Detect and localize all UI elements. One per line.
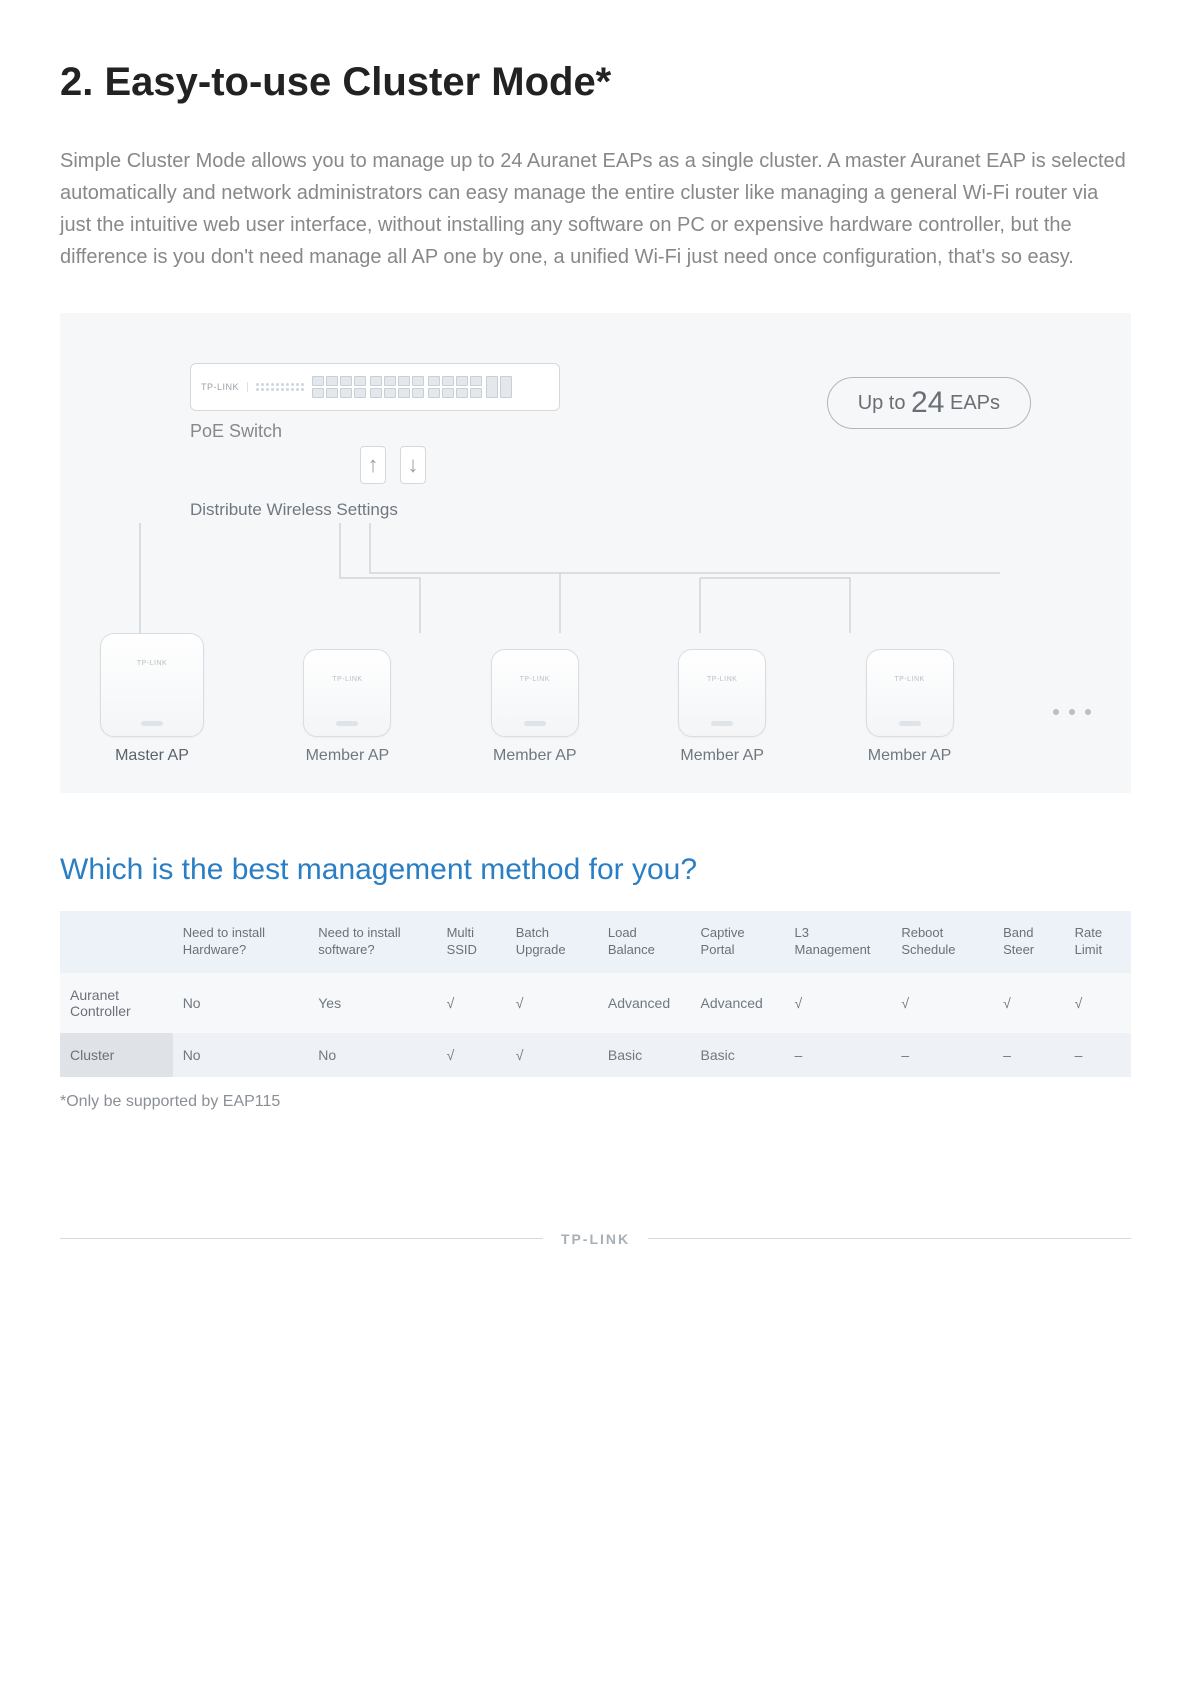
distribute-label: Distribute Wireless Settings	[190, 500, 1091, 520]
member-ap: TP-LINK Member AP	[866, 649, 954, 765]
switch-brand-label: TP-LINK	[201, 382, 248, 392]
footer: TP-LINK	[60, 1231, 1131, 1247]
col-header: Need to install Hardware?	[173, 911, 309, 973]
col-header: Reboot Schedule	[891, 911, 993, 973]
table-row: Auranet Controller No Yes √ √ Advanced A…	[60, 973, 1131, 1033]
cell: Basic	[691, 1033, 785, 1077]
cell: –	[1065, 1033, 1131, 1077]
badge-suffix: EAPs	[944, 392, 1000, 414]
cluster-diagram: TP-LINK PoE Switch Up to 24 EAPs ↑ ↓ Dis…	[60, 313, 1131, 793]
subheading: Which is the best management method for …	[60, 853, 1131, 887]
poe-switch-device: TP-LINK	[190, 363, 560, 411]
ap-label: Member AP	[868, 747, 952, 765]
poe-switch-label: PoE Switch	[190, 421, 560, 442]
footer-brand: TP-LINK	[561, 1231, 630, 1247]
intro-paragraph: Simple Cluster Mode allows you to manage…	[60, 145, 1131, 273]
table-row: Cluster No No √ √ Basic Basic – – – –	[60, 1033, 1131, 1077]
col-header: Need to install software?	[308, 911, 436, 973]
cell: √	[993, 973, 1065, 1033]
ap-device-icon: TP-LINK	[100, 633, 204, 737]
arrow-up-icon: ↑	[360, 446, 386, 484]
badge-number: 24	[911, 386, 944, 419]
ap-label: Member AP	[493, 747, 577, 765]
comparison-table: Need to install Hardware? Need to instal…	[60, 911, 1131, 1077]
col-header: Load Balance	[598, 911, 691, 973]
cell: √	[1065, 973, 1131, 1033]
cell: √	[506, 1033, 598, 1077]
cell: Basic	[598, 1033, 691, 1077]
cell: No	[308, 1033, 436, 1077]
cell: √	[891, 973, 993, 1033]
member-ap: TP-LINK Member AP	[303, 649, 391, 765]
switch-led-block	[256, 383, 304, 391]
member-ap: TP-LINK Member AP	[491, 649, 579, 765]
ap-label: Member AP	[306, 747, 390, 765]
arrow-down-icon: ↓	[400, 446, 426, 484]
cell: –	[993, 1033, 1065, 1077]
master-ap: TP-LINK Master AP	[100, 633, 204, 765]
row-label: Auranet Controller	[60, 973, 173, 1033]
col-header: Multi SSID	[437, 911, 506, 973]
col-header: Band Steer	[993, 911, 1065, 973]
divider-line	[648, 1238, 1131, 1239]
col-header: Captive Portal	[691, 911, 785, 973]
col-header: Batch Upgrade	[506, 911, 598, 973]
col-header: Rate Limit	[1065, 911, 1131, 973]
ap-label: Master AP	[115, 747, 189, 765]
cell: No	[173, 1033, 309, 1077]
member-ap: TP-LINK Member AP	[678, 649, 766, 765]
ap-device-icon: TP-LINK	[678, 649, 766, 737]
cell: –	[785, 1033, 892, 1077]
badge-prefix: Up to	[858, 392, 911, 414]
cell: Advanced	[691, 973, 785, 1033]
cell: Advanced	[598, 973, 691, 1033]
cell: √	[506, 973, 598, 1033]
col-header: L3 Management	[785, 911, 892, 973]
ap-device-icon: TP-LINK	[866, 649, 954, 737]
cell: √	[437, 973, 506, 1033]
cell: Yes	[308, 973, 436, 1033]
page-title: 2. Easy-to-use Cluster Mode*	[60, 60, 1131, 105]
ap-device-icon: TP-LINK	[303, 649, 391, 737]
row-label: Cluster	[60, 1033, 173, 1077]
eap-count-badge: Up to 24 EAPs	[827, 377, 1031, 429]
ellipsis-icon	[1053, 709, 1091, 715]
footnote: *Only be supported by EAP115	[60, 1093, 1131, 1111]
cell: √	[785, 973, 892, 1033]
cell: –	[891, 1033, 993, 1077]
ap-row: TP-LINK Master AP TP-LINK Member AP TP-L…	[100, 633, 1091, 765]
cell: No	[173, 973, 309, 1033]
topology-lines	[60, 523, 1060, 633]
switch-port-block	[312, 376, 512, 398]
ap-device-icon: TP-LINK	[491, 649, 579, 737]
ap-label: Member AP	[680, 747, 764, 765]
divider-line	[60, 1238, 543, 1239]
col-header	[60, 911, 173, 973]
cell: √	[437, 1033, 506, 1077]
